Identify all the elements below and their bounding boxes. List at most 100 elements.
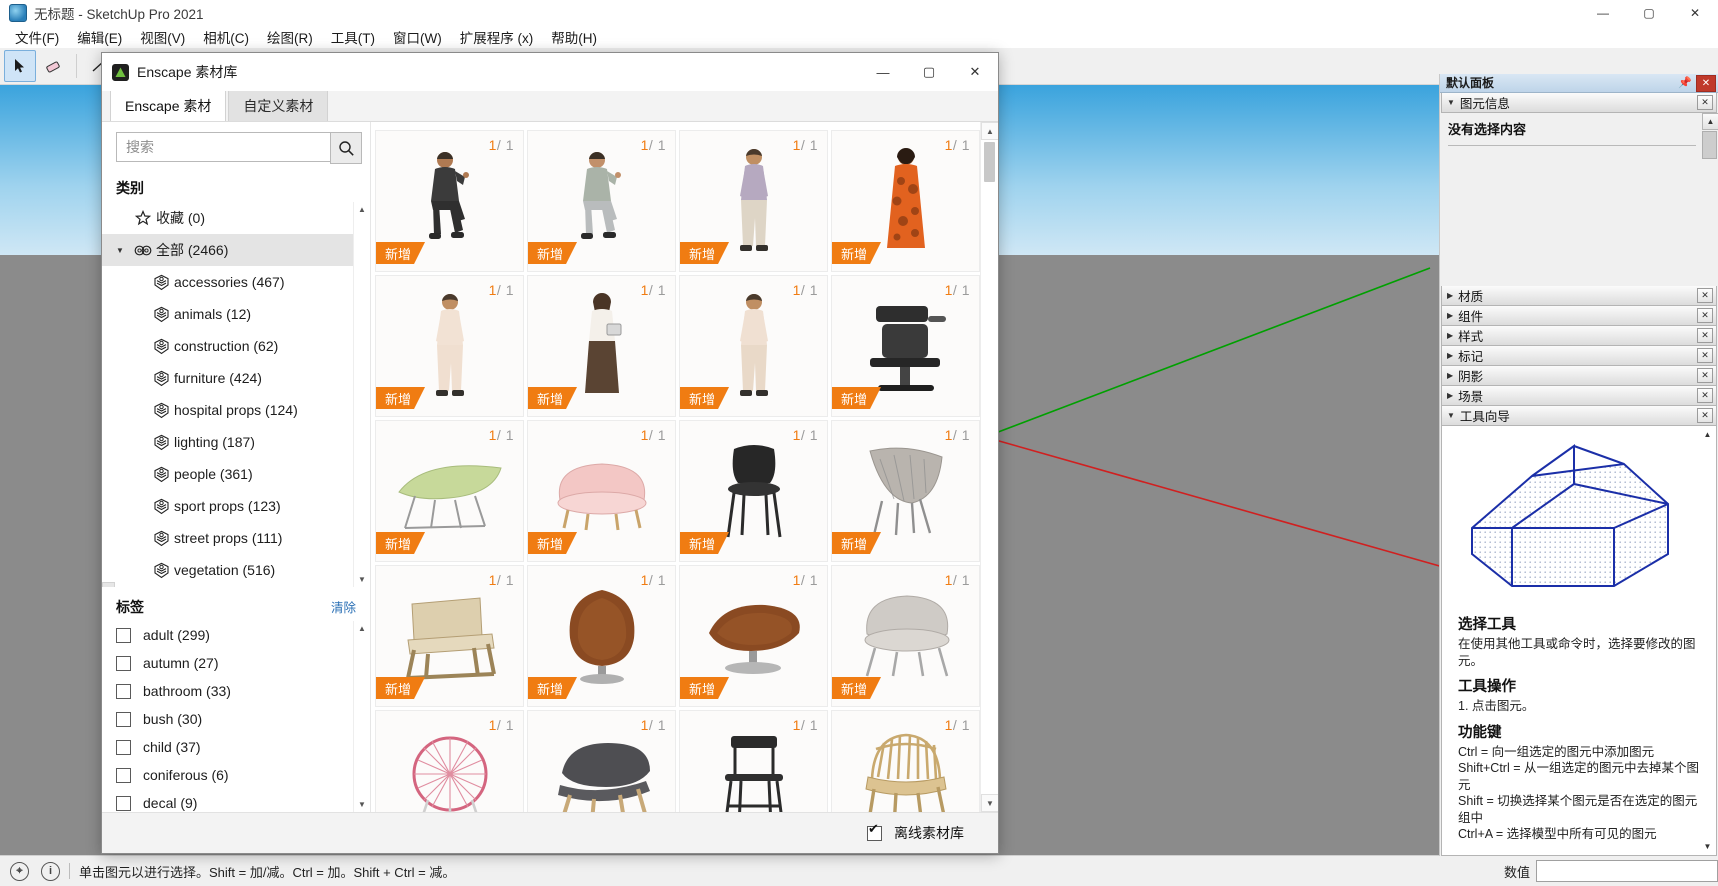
- dialog-maximize-button[interactable]: ▢: [906, 53, 952, 91]
- asset-card[interactable]: 1/ 1新增: [375, 565, 524, 707]
- tag-item-5[interactable]: coniferous (6): [102, 761, 353, 789]
- scroll-up-icon[interactable]: ▲: [981, 122, 998, 140]
- asset-card[interactable]: 1/ 1新增: [375, 275, 524, 417]
- asset-card[interactable]: 1/ 1新增: [679, 130, 828, 272]
- category-item-12[interactable]: vehicles (79): [102, 586, 353, 587]
- panel-header-5[interactable]: ▶场景✕: [1441, 386, 1717, 406]
- scroll-track[interactable]: [355, 217, 370, 572]
- tag-checkbox[interactable]: [116, 628, 131, 643]
- scroll-thumb[interactable]: [1702, 131, 1717, 159]
- category-item-8[interactable]: people (361): [102, 458, 353, 490]
- asset-card[interactable]: 1/ 1新增: [679, 420, 828, 562]
- menu-item-4[interactable]: 相机(C): [194, 25, 258, 49]
- pin-icon[interactable]: 📌: [1678, 76, 1692, 89]
- menu-item-6[interactable]: 工具(T): [322, 25, 384, 49]
- scroll-down-icon[interactable]: ▼: [355, 572, 370, 587]
- asset-card[interactable]: 1/ 1新增: [831, 420, 980, 562]
- tag-checkbox[interactable]: [116, 712, 131, 727]
- panel-close-icon[interactable]: ✕: [1697, 95, 1713, 110]
- asset-card[interactable]: 1/ 1新增: [527, 420, 676, 562]
- menu-item-3[interactable]: 视图(V): [131, 25, 194, 49]
- category-item-0[interactable]: 收藏 (0): [102, 202, 353, 234]
- info-icon[interactable]: i: [41, 862, 60, 881]
- tag-checkbox[interactable]: [116, 656, 131, 671]
- asset-card[interactable]: 1/ 1新增: [527, 565, 676, 707]
- category-item-4[interactable]: construction (62): [102, 330, 353, 362]
- asset-card[interactable]: 1/ 1新增: [831, 565, 980, 707]
- tray-close-button[interactable]: ✕: [1696, 75, 1716, 92]
- menu-item-5[interactable]: 绘图(R): [258, 25, 322, 49]
- offline-library-checkbox-row[interactable]: 离线素材库: [867, 823, 964, 843]
- asset-card[interactable]: 1/ 1新增: [831, 130, 980, 272]
- offline-library-checkbox[interactable]: [867, 826, 882, 841]
- category-item-7[interactable]: lighting (187): [102, 426, 353, 458]
- minimize-button[interactable]: —: [1580, 0, 1626, 26]
- measurement-input[interactable]: [1536, 860, 1718, 882]
- panel-close-icon[interactable]: ✕: [1697, 408, 1713, 423]
- category-item-3[interactable]: animals (12): [102, 298, 353, 330]
- category-item-10[interactable]: street props (111): [102, 522, 353, 554]
- guide-scrollbar[interactable]: ▲ ▼: [1700, 427, 1715, 854]
- panel-header-3[interactable]: ▶标记✕: [1441, 346, 1717, 366]
- tray-scrollbar[interactable]: ▲: [1702, 113, 1717, 283]
- scroll-track[interactable]: [355, 636, 370, 797]
- close-button[interactable]: ✕: [1672, 0, 1718, 26]
- search-button[interactable]: [330, 132, 362, 164]
- tag-checkbox[interactable]: [116, 768, 131, 783]
- search-input[interactable]: [117, 133, 330, 161]
- select-tool-button[interactable]: [4, 50, 36, 82]
- maximize-button[interactable]: ▢: [1626, 0, 1672, 26]
- scroll-down-icon[interactable]: ▼: [981, 794, 998, 812]
- tag-item-0[interactable]: adult (299): [102, 621, 353, 649]
- dialog-close-button[interactable]: ✕: [952, 53, 998, 91]
- search-box[interactable]: [116, 132, 331, 162]
- tag-item-1[interactable]: autumn (27): [102, 649, 353, 677]
- category-item-5[interactable]: furniture (424): [102, 362, 353, 394]
- asset-card[interactable]: 1/ 1新增: [679, 565, 828, 707]
- menu-item-9[interactable]: 帮助(H): [542, 25, 606, 49]
- asset-card[interactable]: 1/ 1新增: [679, 710, 828, 812]
- panel-header-0[interactable]: ▶材质✕: [1441, 286, 1717, 306]
- asset-card[interactable]: 1/ 1新增: [375, 130, 524, 272]
- clear-tags-link[interactable]: 清除: [331, 597, 356, 616]
- panel-header-6[interactable]: ▼工具向导✕: [1441, 406, 1717, 426]
- category-item-1[interactable]: ▼全部 (2466): [102, 234, 353, 266]
- tag-checkbox[interactable]: [116, 796, 131, 811]
- asset-card[interactable]: 1/ 1新增: [375, 420, 524, 562]
- menu-item-1[interactable]: 文件(F): [6, 25, 68, 49]
- category-item-9[interactable]: sport props (123): [102, 490, 353, 522]
- scroll-up-icon[interactable]: ▲: [1702, 113, 1718, 130]
- tag-item-4[interactable]: child (37): [102, 733, 353, 761]
- category-item-2[interactable]: accessories (467): [102, 266, 353, 298]
- geo-location-icon[interactable]: ⌖: [10, 862, 29, 881]
- asset-card[interactable]: 1/ 1新增: [831, 275, 980, 417]
- eraser-tool-button[interactable]: [38, 50, 70, 82]
- asset-card[interactable]: 1/ 1新增: [527, 130, 676, 272]
- chevron-down-icon[interactable]: ▼: [116, 246, 130, 255]
- scroll-thumb[interactable]: [984, 142, 995, 182]
- asset-card[interactable]: 1/ 1新增: [679, 275, 828, 417]
- menu-item-2[interactable]: 编辑(E): [68, 25, 131, 49]
- panel-close-icon[interactable]: ✕: [1697, 388, 1713, 403]
- tag-checkbox[interactable]: [116, 684, 131, 699]
- sidebar-collapse-handle[interactable]: ‹: [102, 582, 115, 587]
- scroll-down-icon[interactable]: ▼: [355, 797, 370, 812]
- tag-checkbox[interactable]: [116, 740, 131, 755]
- scroll-down-icon[interactable]: ▼: [1700, 839, 1715, 854]
- panel-header-2[interactable]: ▶样式✕: [1441, 326, 1717, 346]
- dialog-minimize-button[interactable]: —: [860, 53, 906, 91]
- panel-header-entity-info[interactable]: ▼ 图元信息 ✕: [1441, 93, 1717, 113]
- measurement-box[interactable]: 数值: [1504, 856, 1718, 886]
- category-item-6[interactable]: hospital props (124): [102, 394, 353, 426]
- asset-card[interactable]: 1/ 1新增: [527, 710, 676, 812]
- scroll-up-icon[interactable]: ▲: [1700, 427, 1715, 442]
- panel-header-1[interactable]: ▶组件✕: [1441, 306, 1717, 326]
- category-scrollbar[interactable]: ▲ ▼: [353, 202, 370, 587]
- tag-scrollbar[interactable]: ▲ ▼: [353, 621, 370, 812]
- scroll-up-icon[interactable]: ▲: [355, 202, 370, 217]
- menu-item-8[interactable]: 扩展程序 (x): [451, 25, 543, 49]
- tag-item-2[interactable]: bathroom (33): [102, 677, 353, 705]
- tab-2[interactable]: 自定义素材: [228, 90, 328, 121]
- panel-header-4[interactable]: ▶阴影✕: [1441, 366, 1717, 386]
- menu-item-7[interactable]: 窗口(W): [384, 25, 451, 49]
